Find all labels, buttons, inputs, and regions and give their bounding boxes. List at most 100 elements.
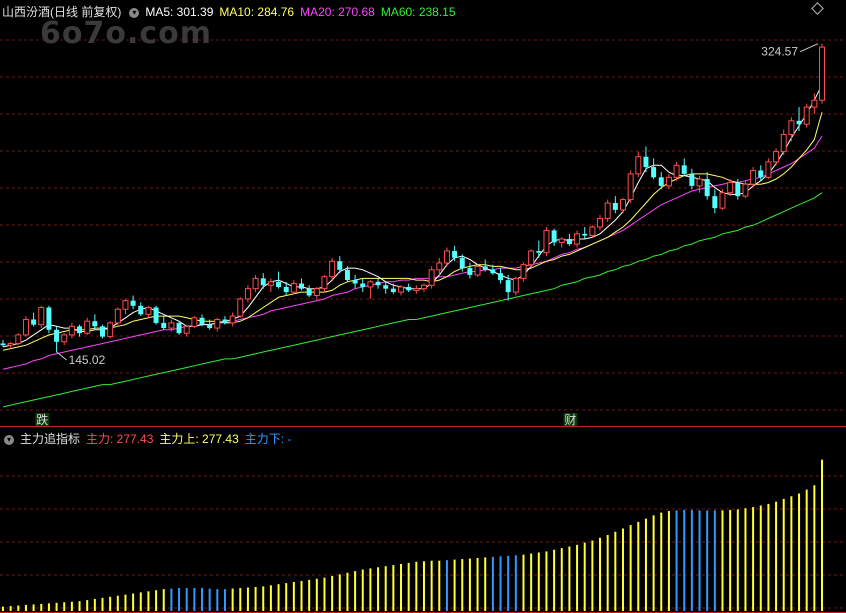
ma5-label: MA5: 301.39: [145, 5, 214, 19]
ma10-label: MA10: 284.76: [219, 5, 295, 19]
candle-body: [735, 182, 741, 197]
candle-body: [46, 307, 52, 330]
candle-body: [459, 257, 465, 269]
candle-body: [122, 300, 129, 310]
high-price-label: 324.57: [761, 45, 798, 59]
candle-body: [482, 266, 488, 270]
candle-body: [337, 261, 343, 270]
candle-body: [290, 283, 297, 293]
candle-body: [612, 203, 618, 210]
candle-body: [443, 250, 450, 264]
candle-body: [138, 305, 144, 315]
candle-body: [54, 329, 60, 342]
candle-body: [321, 276, 328, 290]
candle-body: [77, 326, 83, 334]
high-pointer: [799, 43, 819, 53]
candle-body: [390, 288, 396, 293]
candle-body: [635, 156, 642, 175]
candle-body: [283, 286, 289, 293]
candle-body: [344, 269, 350, 281]
candle-body: [145, 307, 152, 315]
marker-label: 跌: [36, 412, 48, 427]
candle-body: [604, 202, 611, 219]
candle-body: [727, 181, 734, 194]
candle-body: [199, 317, 205, 325]
candle-body: [130, 300, 136, 306]
candle-body: [643, 156, 649, 168]
candle-body: [742, 183, 749, 197]
candle-body: [689, 173, 695, 186]
candle-body: [589, 226, 596, 237]
candle-body: [214, 318, 221, 329]
candle-body: [252, 277, 259, 290]
candle-body: [375, 281, 381, 286]
chevron-down-icon[interactable]: ▾: [129, 7, 140, 18]
candle-body: [398, 286, 405, 293]
candle-body: [498, 273, 504, 281]
candle-body: [161, 322, 167, 329]
candle-body: [92, 321, 98, 327]
candle-body: [673, 164, 680, 178]
candle-body: [15, 334, 22, 344]
candle-body: [244, 288, 251, 300]
candle-body: [191, 317, 198, 327]
candle-body: [803, 106, 810, 125]
candle-body: [367, 281, 374, 288]
candle-body: [452, 250, 458, 258]
candle-body: [780, 133, 787, 153]
candle-body: [406, 286, 412, 291]
candle-body: [176, 322, 182, 334]
ma60-label: MA60: 238.15: [380, 5, 456, 19]
candle-body: [107, 322, 114, 338]
candle-body: [383, 285, 389, 289]
candle-body: [574, 233, 581, 245]
ma10-line: [2, 112, 823, 351]
candle-body: [153, 307, 159, 323]
candle-body: [620, 199, 626, 211]
indicator-main-label: 主力: 277.43: [86, 432, 154, 446]
candle-body: [505, 280, 511, 293]
candle-body: [84, 320, 91, 334]
candle-body: [719, 192, 726, 209]
candle-body: [229, 315, 236, 324]
candle-body: [68, 325, 75, 336]
candle-body: [38, 307, 45, 326]
ma20-line: [2, 135, 823, 370]
candle-body: [627, 173, 634, 201]
candle-body: [796, 120, 802, 125]
chevron-down-icon[interactable]: ▾: [4, 434, 14, 445]
candle-body: [558, 238, 565, 243]
candle-body: [114, 308, 121, 324]
candle-body: [536, 250, 542, 253]
candle-body: [512, 277, 519, 293]
candle-body: [665, 176, 672, 187]
candle-body: [788, 120, 795, 135]
candle-body: [712, 196, 718, 209]
candle-body: [773, 151, 780, 163]
candle-body: [704, 179, 710, 197]
main-chart-header: 山西汾酒(日线 前复权) ▾ MA5: 301.39 MA10: 284.76 MA20…: [2, 3, 462, 20]
candle-body: [819, 46, 825, 101]
candle-body: [7, 342, 14, 346]
candle-body: [811, 99, 818, 108]
candle-body: [22, 318, 29, 336]
candle-body: [520, 264, 527, 279]
candle-body: [276, 281, 282, 287]
candle-body: [750, 169, 757, 185]
chart-title: 山西汾酒(日线 前复权): [2, 5, 122, 19]
candle-body: [420, 284, 427, 290]
candle-body: [597, 217, 604, 228]
candle-body: [467, 268, 473, 275]
candle-body: [582, 233, 588, 236]
candle-body: [237, 298, 244, 317]
indicator-title: 主力追指标: [20, 432, 81, 446]
candle-body: [329, 260, 336, 278]
low-price-label: 145.02: [69, 353, 106, 367]
candle-body: [306, 288, 312, 296]
stock-chart: 145.02 324.57 跌 财: [0, 39, 846, 613]
candle-body: [313, 288, 320, 297]
candle-body: [543, 229, 550, 254]
candle-body: [100, 326, 105, 337]
candle-body: [551, 230, 557, 243]
watermark: 6o7o.com: [40, 16, 213, 51]
